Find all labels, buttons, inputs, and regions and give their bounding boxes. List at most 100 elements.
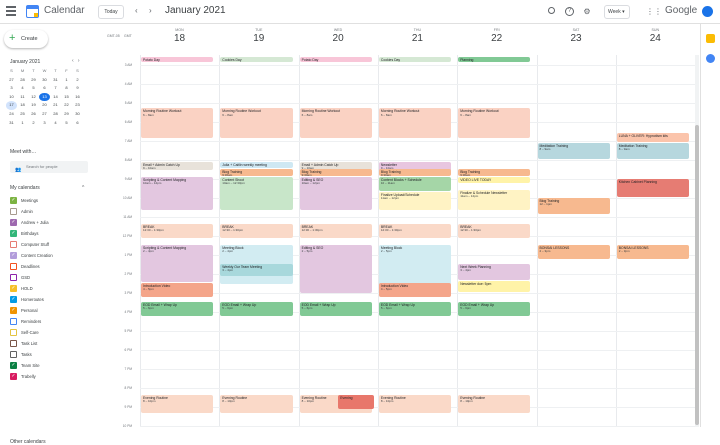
checkbox-checked-icon[interactable]: ✓ bbox=[10, 285, 17, 292]
calendar-event[interactable]: EOD Email + Wrap Up 5 – 6pm bbox=[299, 302, 372, 317]
calendar-event[interactable]: Potato Day bbox=[141, 57, 214, 62]
calendar-event[interactable]: Cookies Day bbox=[220, 57, 293, 62]
other-calendars-heading[interactable]: Other calendars bbox=[10, 439, 46, 445]
calendar-item[interactable]: ✓ Personal bbox=[10, 307, 95, 318]
calendar-event[interactable]: Morning Routine Workout 6 – 8am bbox=[458, 108, 531, 138]
calendar-event[interactable]: Morning Routine Workout 6 – 8am bbox=[220, 108, 293, 138]
day-number[interactable]: 23 bbox=[537, 33, 616, 44]
mini-day[interactable]: 1 bbox=[61, 76, 72, 85]
day-number[interactable]: 24 bbox=[616, 33, 695, 44]
calendar-event[interactable]: Blog Training 9:30am bbox=[220, 169, 293, 176]
mini-day[interactable]: 5 bbox=[61, 119, 72, 128]
calendar-event[interactable]: BREAK 12:30 – 1:30pm bbox=[220, 224, 293, 239]
week-grid[interactable]: Potato Day Cookies Day Potato Day Cookies D… bbox=[140, 55, 697, 427]
calendar-event[interactable]: BREAK 12:30 – 1:30pm bbox=[141, 224, 214, 239]
calendar-event[interactable]: Evening bbox=[338, 395, 374, 410]
calendar-item[interactable]: ✓ Team Site bbox=[10, 362, 95, 373]
view-select[interactable]: Week ▾ bbox=[604, 5, 630, 19]
calendar-event[interactable]: LUNA + OLIVER: Hypnotism kits bbox=[616, 133, 690, 142]
mini-day[interactable]: 30 bbox=[72, 110, 83, 119]
calendar-event[interactable]: BONSAI LESSONS 2 – 3pm bbox=[616, 245, 690, 260]
calendar-event[interactable]: Morning Routine Workout 6 – 8am bbox=[299, 108, 372, 138]
calendar-event[interactable]: Evening Routine 8 – 10pm bbox=[458, 395, 531, 414]
mini-day[interactable]: 2 bbox=[72, 76, 83, 85]
calendar-event[interactable]: BREAK 12:30 – 1:30pm bbox=[378, 224, 452, 239]
checkbox-checked-icon[interactable]: ✓ bbox=[10, 362, 17, 369]
day-number[interactable]: 19 bbox=[219, 33, 298, 44]
mini-day[interactable]: 3 bbox=[39, 119, 50, 128]
calendar-event[interactable]: Evening Routine 8 – 10pm bbox=[220, 395, 293, 414]
search-icon[interactable] bbox=[548, 7, 558, 17]
gear-icon[interactable]: ⚙ bbox=[582, 7, 592, 17]
mini-day[interactable]: 15 bbox=[61, 93, 72, 102]
calendar-event[interactable]: Evening Routine 8 – 10pm bbox=[141, 395, 214, 414]
calendar-event[interactable]: Next Week Planning 3 – 4pm bbox=[458, 264, 531, 281]
calendar-item[interactable]: ✓ Content Creation bbox=[10, 252, 95, 263]
calendar-event[interactable]: Content Blocks + Schedule 10 – 11am bbox=[378, 176, 452, 191]
mini-day[interactable]: 14 bbox=[50, 93, 61, 102]
calendar-item[interactable]: ✓ HOLD bbox=[10, 285, 95, 296]
calendar-event[interactable]: Blog Training 9:30am bbox=[458, 169, 531, 176]
mini-day[interactable]: 20 bbox=[39, 101, 50, 110]
mini-day[interactable]: 5 bbox=[28, 84, 39, 93]
checkbox-checked-icon[interactable]: ✓ bbox=[10, 307, 17, 314]
mini-day[interactable]: 4 bbox=[17, 84, 28, 93]
calendar-item[interactable]: Deadlines bbox=[10, 263, 95, 274]
mini-day[interactable]: 3 bbox=[6, 84, 17, 93]
day-header[interactable]: THU 21 bbox=[378, 24, 457, 44]
checkbox-unchecked-icon[interactable] bbox=[10, 318, 17, 325]
day-number[interactable]: 18 bbox=[140, 33, 219, 44]
calendar-event[interactable]: Meditation Training 8 – 9am bbox=[616, 142, 690, 159]
help-icon[interactable]: ? bbox=[565, 7, 574, 16]
mini-day[interactable]: 6 bbox=[72, 119, 83, 128]
mini-day[interactable]: 31 bbox=[50, 76, 61, 85]
calendar-item[interactable]: Tasks bbox=[10, 351, 95, 362]
next-icon[interactable]: › bbox=[149, 6, 152, 15]
mini-day[interactable]: 10 bbox=[6, 93, 17, 102]
calendar-event[interactable]: Blog Training 9:30am bbox=[378, 169, 452, 176]
checkbox-unchecked-icon[interactable] bbox=[10, 263, 17, 270]
calendar-event[interactable]: EOD Email + Wrap Up 5 – 6pm bbox=[220, 302, 293, 317]
calendar-item[interactable]: Task List bbox=[10, 340, 95, 351]
calendar-event[interactable]: Meditation Training 8 – 9am bbox=[537, 142, 610, 159]
calendar-item[interactable]: ✓ Homeroutes bbox=[10, 296, 95, 307]
calendar-event[interactable]: Introduction Video 4 – 5pm bbox=[141, 283, 214, 298]
mini-day[interactable]: 13 bbox=[39, 92, 50, 102]
calendar-event[interactable]: EOD Email + Wrap Up 5 – 6pm bbox=[378, 302, 452, 317]
calendar-event[interactable]: Scripting & Content Mapping 10am – 12pm bbox=[141, 176, 214, 210]
mini-day[interactable]: 29 bbox=[61, 110, 72, 119]
calendar-event[interactable]: Editing & SEO 10am – 12pm bbox=[299, 176, 372, 210]
mini-day[interactable]: 17 bbox=[6, 101, 17, 110]
day-number[interactable]: 20 bbox=[299, 33, 378, 44]
calendar-event[interactable]: Planning bbox=[458, 57, 531, 62]
mini-day[interactable]: 1 bbox=[17, 119, 28, 128]
mini-day[interactable]: 31 bbox=[6, 119, 17, 128]
mini-day[interactable]: 4 bbox=[50, 119, 61, 128]
day-header[interactable]: SAT 23 bbox=[537, 24, 616, 44]
calendar-event[interactable]: Finalize Upload/Schedule 11am – 12pm bbox=[378, 191, 452, 210]
day-header[interactable]: FRI 22 bbox=[457, 24, 536, 44]
today-button[interactable]: Today bbox=[98, 5, 124, 19]
calendar-event[interactable]: Introduction Video 4 – 5pm bbox=[378, 283, 452, 298]
scrollbar[interactable] bbox=[695, 55, 699, 427]
checkbox-unchecked-icon[interactable] bbox=[10, 329, 17, 336]
day-number[interactable]: 22 bbox=[457, 33, 536, 44]
mini-day[interactable]: 27 bbox=[6, 76, 17, 85]
mini-day[interactable]: 26 bbox=[28, 110, 39, 119]
checkbox-unchecked-icon[interactable] bbox=[10, 274, 17, 281]
mini-day[interactable]: 18 bbox=[17, 101, 28, 110]
calendar-item[interactable]: Self-Care bbox=[10, 329, 95, 340]
checkbox-checked-icon[interactable]: ✓ bbox=[10, 219, 17, 226]
mini-day[interactable]: 28 bbox=[50, 110, 61, 119]
mini-day[interactable]: 2 bbox=[28, 119, 39, 128]
menu-icon[interactable] bbox=[6, 6, 16, 16]
mini-day[interactable]: 12 bbox=[28, 93, 39, 102]
mini-day[interactable]: 27 bbox=[39, 110, 50, 119]
calendar-item[interactable]: ✓ Andrew + Julia bbox=[10, 219, 95, 230]
checkbox-unchecked-icon[interactable] bbox=[10, 351, 17, 358]
calendar-event[interactable]: BONSAI LESSONS 2 – 3pm bbox=[537, 245, 610, 260]
mini-calendar-nav[interactable]: ‹ › bbox=[72, 58, 80, 64]
mini-day[interactable]: 6 bbox=[39, 84, 50, 93]
mini-day[interactable]: 30 bbox=[39, 76, 50, 85]
day-header[interactable]: SUN 24 bbox=[616, 24, 695, 44]
